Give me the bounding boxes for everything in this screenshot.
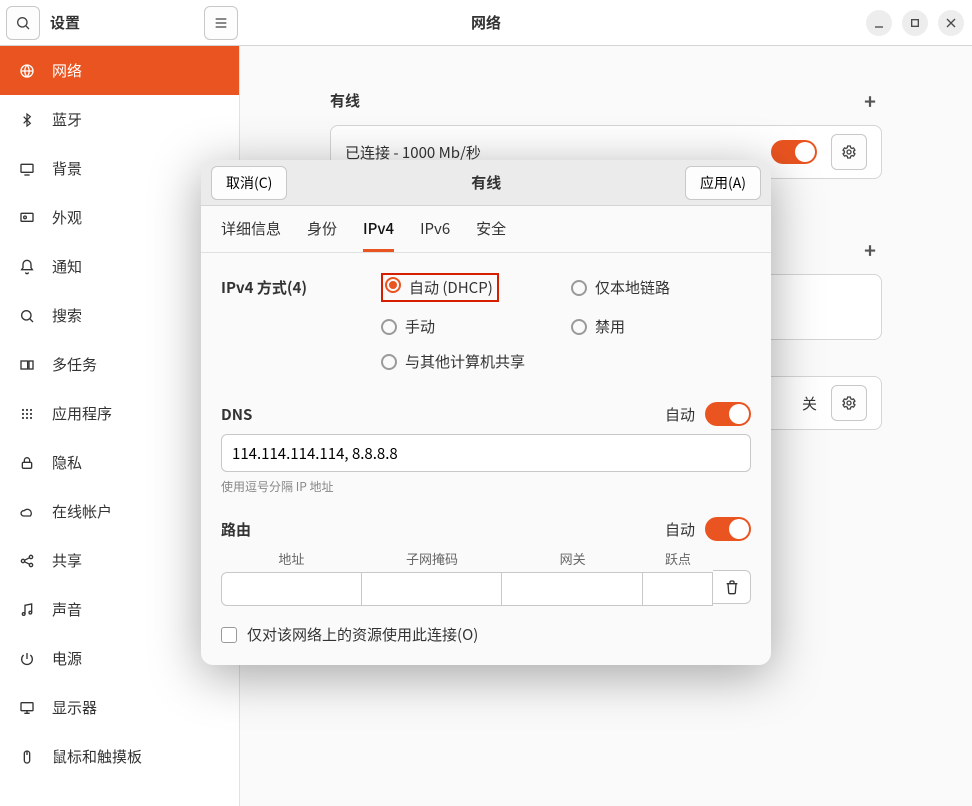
route-table: 地址 子网掩码 网关 跃点 bbox=[221, 549, 751, 606]
dialog-tabs: 详细信息 身份 IPv4 IPv6 安全 bbox=[201, 206, 771, 253]
ipv4-method-label: IPv4 方式(4) bbox=[221, 273, 381, 372]
add-wired-button[interactable]: + bbox=[858, 86, 882, 115]
dialog-header: 取消(C) 有线 应用(A) bbox=[201, 160, 771, 206]
sidebar-item-label: 隐私 bbox=[52, 452, 82, 473]
wired-section-head: 有线 + bbox=[240, 86, 972, 125]
monitor-icon bbox=[18, 699, 36, 717]
tab-ipv6[interactable]: IPv6 bbox=[420, 218, 450, 252]
sidebar-item-network[interactable]: 网络 bbox=[0, 46, 239, 95]
mouse-icon bbox=[18, 748, 36, 766]
sidebar-item-bluetooth[interactable]: 蓝牙 bbox=[0, 95, 239, 144]
only-this-label: 仅对该网络上的资源使用此连接(O) bbox=[247, 624, 478, 645]
sidebar-item-label: 背景 bbox=[52, 158, 82, 179]
gear-icon bbox=[841, 144, 857, 160]
dialog-title: 有线 bbox=[471, 172, 501, 193]
route-auto-toggle[interactable] bbox=[705, 517, 751, 541]
maximize-icon bbox=[907, 15, 923, 31]
sidebar-item-label: 通知 bbox=[52, 256, 82, 277]
route-title: 路由 bbox=[221, 519, 251, 540]
search-button[interactable] bbox=[6, 6, 40, 40]
cloud-icon bbox=[18, 503, 36, 521]
search-icon bbox=[18, 307, 36, 325]
dns-auto-label: 自动 bbox=[665, 404, 695, 425]
header-bar: 设置 网络 bbox=[0, 0, 972, 46]
sidebar-item-label: 蓝牙 bbox=[52, 109, 82, 130]
dns-input[interactable] bbox=[221, 434, 751, 472]
cancel-button[interactable]: 取消(C) bbox=[211, 166, 287, 200]
dns-auto-toggle[interactable] bbox=[705, 402, 751, 426]
proxy-settings-button[interactable] bbox=[831, 385, 867, 421]
sidebar-item-label: 网络 bbox=[52, 60, 82, 81]
menu-button[interactable] bbox=[204, 6, 238, 40]
lock-icon bbox=[18, 454, 36, 472]
sidebar-item-label: 在线帐户 bbox=[52, 501, 112, 522]
route-col-gateway: 网关 bbox=[502, 549, 643, 572]
music-icon bbox=[18, 601, 36, 619]
tab-security[interactable]: 安全 bbox=[476, 218, 506, 252]
route-col-address: 地址 bbox=[221, 549, 362, 572]
sidebar-item-mouse[interactable]: 鼠标和触摸板 bbox=[0, 732, 239, 781]
close-icon bbox=[943, 15, 959, 31]
sidebar-item-label: 鼠标和触摸板 bbox=[52, 746, 142, 767]
route-metric-input[interactable] bbox=[643, 572, 713, 606]
gear-icon bbox=[841, 395, 857, 411]
bluetooth-icon bbox=[18, 111, 36, 129]
hamburger-icon bbox=[213, 15, 229, 31]
tab-details[interactable]: 详细信息 bbox=[221, 218, 281, 252]
radio-link-local[interactable]: 仅本地链路 bbox=[571, 273, 751, 302]
wired-settings-button[interactable] bbox=[831, 134, 867, 170]
sidebar-item-displays[interactable]: 显示器 bbox=[0, 683, 239, 732]
minimize-button[interactable] bbox=[866, 10, 892, 36]
sidebar-item-label: 外观 bbox=[52, 207, 82, 228]
route-gateway-input[interactable] bbox=[502, 572, 643, 606]
route-col-metric: 跃点 bbox=[643, 549, 713, 572]
radio-manual[interactable]: 手动 bbox=[381, 316, 561, 337]
sidebar-item-label: 电源 bbox=[52, 648, 82, 669]
route-col-mask: 子网掩码 bbox=[362, 549, 503, 572]
trash-icon bbox=[724, 579, 740, 595]
maximize-button[interactable] bbox=[902, 10, 928, 36]
sidebar-item-label: 应用程序 bbox=[52, 403, 112, 424]
sidebar-item-label: 声音 bbox=[52, 599, 82, 620]
tab-identity[interactable]: 身份 bbox=[307, 218, 337, 252]
apply-button[interactable]: 应用(A) bbox=[685, 166, 761, 200]
search-icon bbox=[15, 15, 31, 31]
sidebar-item-label: 共享 bbox=[52, 550, 82, 571]
route-address-input[interactable] bbox=[221, 572, 362, 606]
apps-icon bbox=[18, 405, 36, 423]
connection-dialog: 取消(C) 有线 应用(A) 详细信息 身份 IPv4 IPv6 安全 IPv4… bbox=[201, 160, 771, 665]
close-button[interactable] bbox=[938, 10, 964, 36]
radio-disable[interactable]: 禁用 bbox=[571, 316, 751, 337]
route-auto-label: 自动 bbox=[665, 519, 695, 540]
minimize-icon bbox=[871, 15, 887, 31]
sidebar-item-label: 多任务 bbox=[52, 354, 97, 375]
display-icon bbox=[18, 160, 36, 178]
radio-shared[interactable]: 与其他计算机共享 bbox=[381, 351, 561, 372]
appearance-icon bbox=[18, 209, 36, 227]
dns-hint: 使用逗号分隔 IP 地址 bbox=[221, 478, 751, 495]
only-this-network-row[interactable]: 仅对该网络上的资源使用此连接(O) bbox=[221, 624, 751, 645]
bell-icon bbox=[18, 258, 36, 276]
app-title: 设置 bbox=[50, 12, 80, 33]
add-vpn-button[interactable]: + bbox=[858, 235, 882, 264]
page-title: 网络 bbox=[471, 12, 501, 33]
sidebar-item-label: 显示器 bbox=[52, 697, 97, 718]
route-delete-button[interactable] bbox=[713, 570, 751, 604]
tab-ipv4[interactable]: IPv4 bbox=[363, 218, 394, 252]
power-icon bbox=[18, 650, 36, 668]
multitask-icon bbox=[18, 356, 36, 374]
globe-icon bbox=[18, 62, 36, 80]
wired-title: 有线 bbox=[330, 90, 360, 111]
route-mask-input[interactable] bbox=[362, 572, 503, 606]
share-icon bbox=[18, 552, 36, 570]
checkbox-icon bbox=[221, 627, 237, 643]
proxy-state: 关 bbox=[802, 393, 817, 414]
dns-title: DNS bbox=[221, 404, 252, 425]
wired-toggle[interactable] bbox=[771, 140, 817, 164]
sidebar-item-label: 搜索 bbox=[52, 305, 82, 326]
radio-dhcp[interactable]: 自动 (DHCP) bbox=[381, 273, 561, 302]
